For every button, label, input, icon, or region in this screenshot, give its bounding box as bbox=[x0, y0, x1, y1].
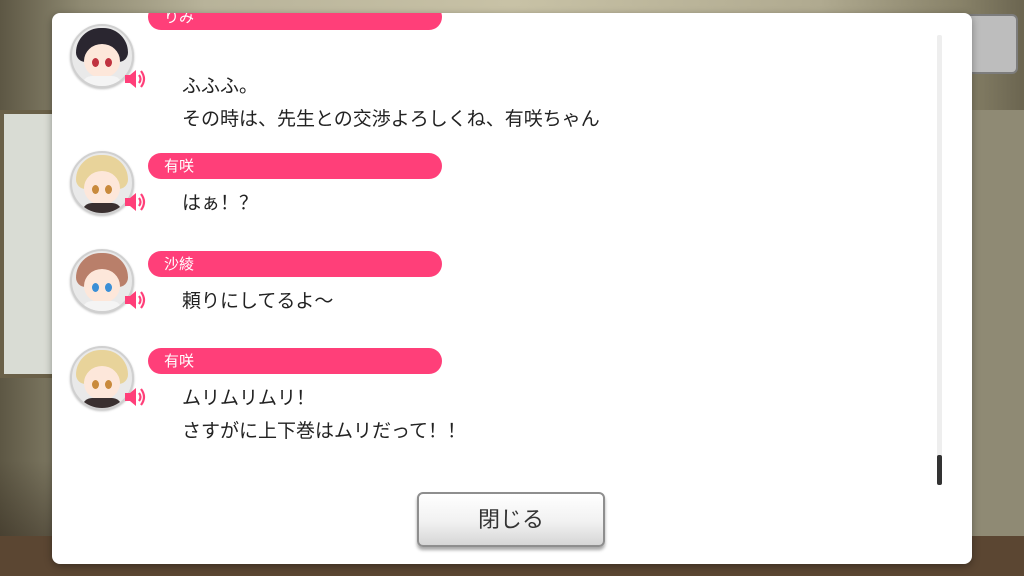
message-line: さすがに上下巻はムリだって！！ bbox=[182, 420, 467, 442]
speaker-icon[interactable] bbox=[122, 189, 148, 215]
avatar-eye bbox=[92, 185, 99, 194]
avatar-eye bbox=[105, 58, 112, 67]
avatar-face bbox=[84, 366, 120, 400]
avatar-face bbox=[84, 44, 120, 78]
message-line: ムリムリムリ！ bbox=[182, 387, 316, 409]
message-line: はぁ！？ bbox=[182, 192, 259, 214]
avatar-face bbox=[84, 171, 120, 205]
speaker-name: 有咲 bbox=[148, 348, 442, 374]
backlog-panel: りみ ふふふ。 その時は、先生との交渉よろしくね、有咲ちゃん 有咲 はぁ！？ 沙… bbox=[52, 13, 972, 564]
speaker-name: 有咲 bbox=[148, 153, 442, 179]
avatar-body bbox=[82, 398, 122, 408]
log-scrollbar-thumb[interactable] bbox=[937, 455, 942, 485]
avatar-eye bbox=[105, 283, 112, 292]
avatar-eye bbox=[105, 185, 112, 194]
close-button[interactable]: 閉じる bbox=[417, 492, 605, 547]
avatar-eye bbox=[92, 380, 99, 389]
speaker-icon[interactable] bbox=[122, 287, 148, 313]
message-line: ふふふ。 bbox=[182, 75, 259, 97]
speaker-name: りみ bbox=[148, 13, 442, 30]
avatar-eye bbox=[92, 58, 99, 67]
speaker-icon[interactable] bbox=[122, 66, 148, 92]
dialogue-log: りみ ふふふ。 その時は、先生との交渉よろしくね、有咲ちゃん 有咲 はぁ！？ 沙… bbox=[52, 13, 932, 478]
message-line: 頼りにしてるよ～ bbox=[182, 290, 334, 312]
avatar-body bbox=[82, 203, 122, 213]
speaker-name: 沙綾 bbox=[148, 251, 442, 277]
avatar-face bbox=[84, 269, 120, 303]
avatar-body bbox=[82, 76, 122, 86]
log-scrollbar-track[interactable] bbox=[937, 35, 942, 485]
avatar-eye bbox=[92, 283, 99, 292]
avatar-eye bbox=[105, 380, 112, 389]
avatar-body bbox=[82, 301, 122, 311]
speaker-icon[interactable] bbox=[122, 384, 148, 410]
message-line: その時は、先生との交渉よろしくね、有咲ちゃん bbox=[182, 108, 600, 130]
